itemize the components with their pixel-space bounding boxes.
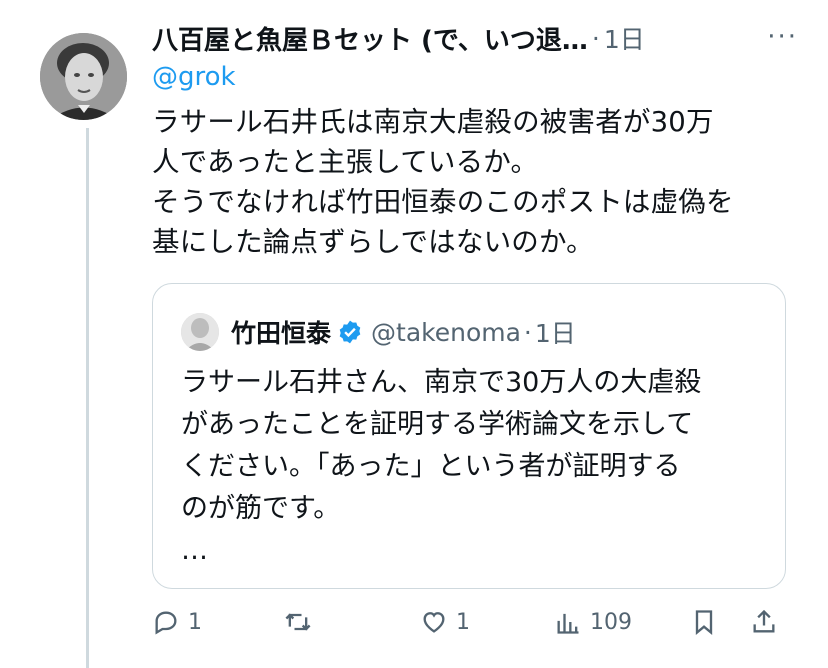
tweet-header: 八百屋と魚屋Ｂセット (で、いつ退… · 1日 ··· — [152, 16, 808, 60]
like-count: 1 — [456, 609, 470, 635]
quote-header: 竹田恒泰 @takenoma · 1日 — [181, 312, 576, 352]
share-icon — [753, 609, 775, 633]
separator-dot: · — [591, 23, 600, 53]
action-bar: 1 1 109 — [152, 608, 792, 648]
views-icon — [557, 613, 579, 634]
views-count: 109 — [590, 609, 632, 635]
retweet-icon — [285, 613, 311, 631]
tweet-time[interactable]: 1日 — [604, 20, 645, 56]
quote-avatar[interactable] — [181, 313, 219, 351]
like-icon — [423, 612, 445, 633]
quote-separator: · — [523, 317, 532, 347]
more-options-icon[interactable]: ··· — [767, 22, 798, 52]
verified-badge-icon — [339, 320, 361, 344]
tweet-text: ラサール石井氏は南京大虐殺の被害者が30万 人であったと主張しているか。 そうで… — [152, 106, 734, 258]
reply-to-handle[interactable]: @grok — [152, 62, 236, 92]
reply-count: 1 — [188, 609, 202, 635]
share-button[interactable] — [750, 608, 778, 636]
quote-author-name[interactable]: 竹田恒泰 — [231, 314, 331, 350]
quoted-tweet[interactable]: 竹田恒泰 @takenoma · 1日 ラサール石井さん、南京で30万人の大虐殺… — [152, 283, 786, 589]
like-button[interactable]: 1 — [420, 608, 470, 636]
author-name[interactable]: 八百屋と魚屋Ｂセット (で、いつ退… — [152, 20, 588, 57]
author-avatar[interactable] — [40, 33, 127, 120]
quote-time[interactable]: 1日 — [535, 314, 576, 350]
retweet-button[interactable] — [284, 608, 320, 636]
thread-line — [86, 128, 89, 668]
bookmark-icon — [695, 610, 713, 635]
reply-icon — [155, 611, 177, 635]
quote-text: ラサール石井さん、南京で30万人の大虐殺 があったことを証明する学術論文を示して… — [181, 367, 702, 566]
reply-button[interactable]: 1 — [152, 608, 202, 636]
views-button[interactable]: 109 — [554, 608, 632, 636]
quote-handle[interactable]: @takenoma — [371, 318, 521, 347]
bookmark-button[interactable] — [690, 608, 718, 636]
